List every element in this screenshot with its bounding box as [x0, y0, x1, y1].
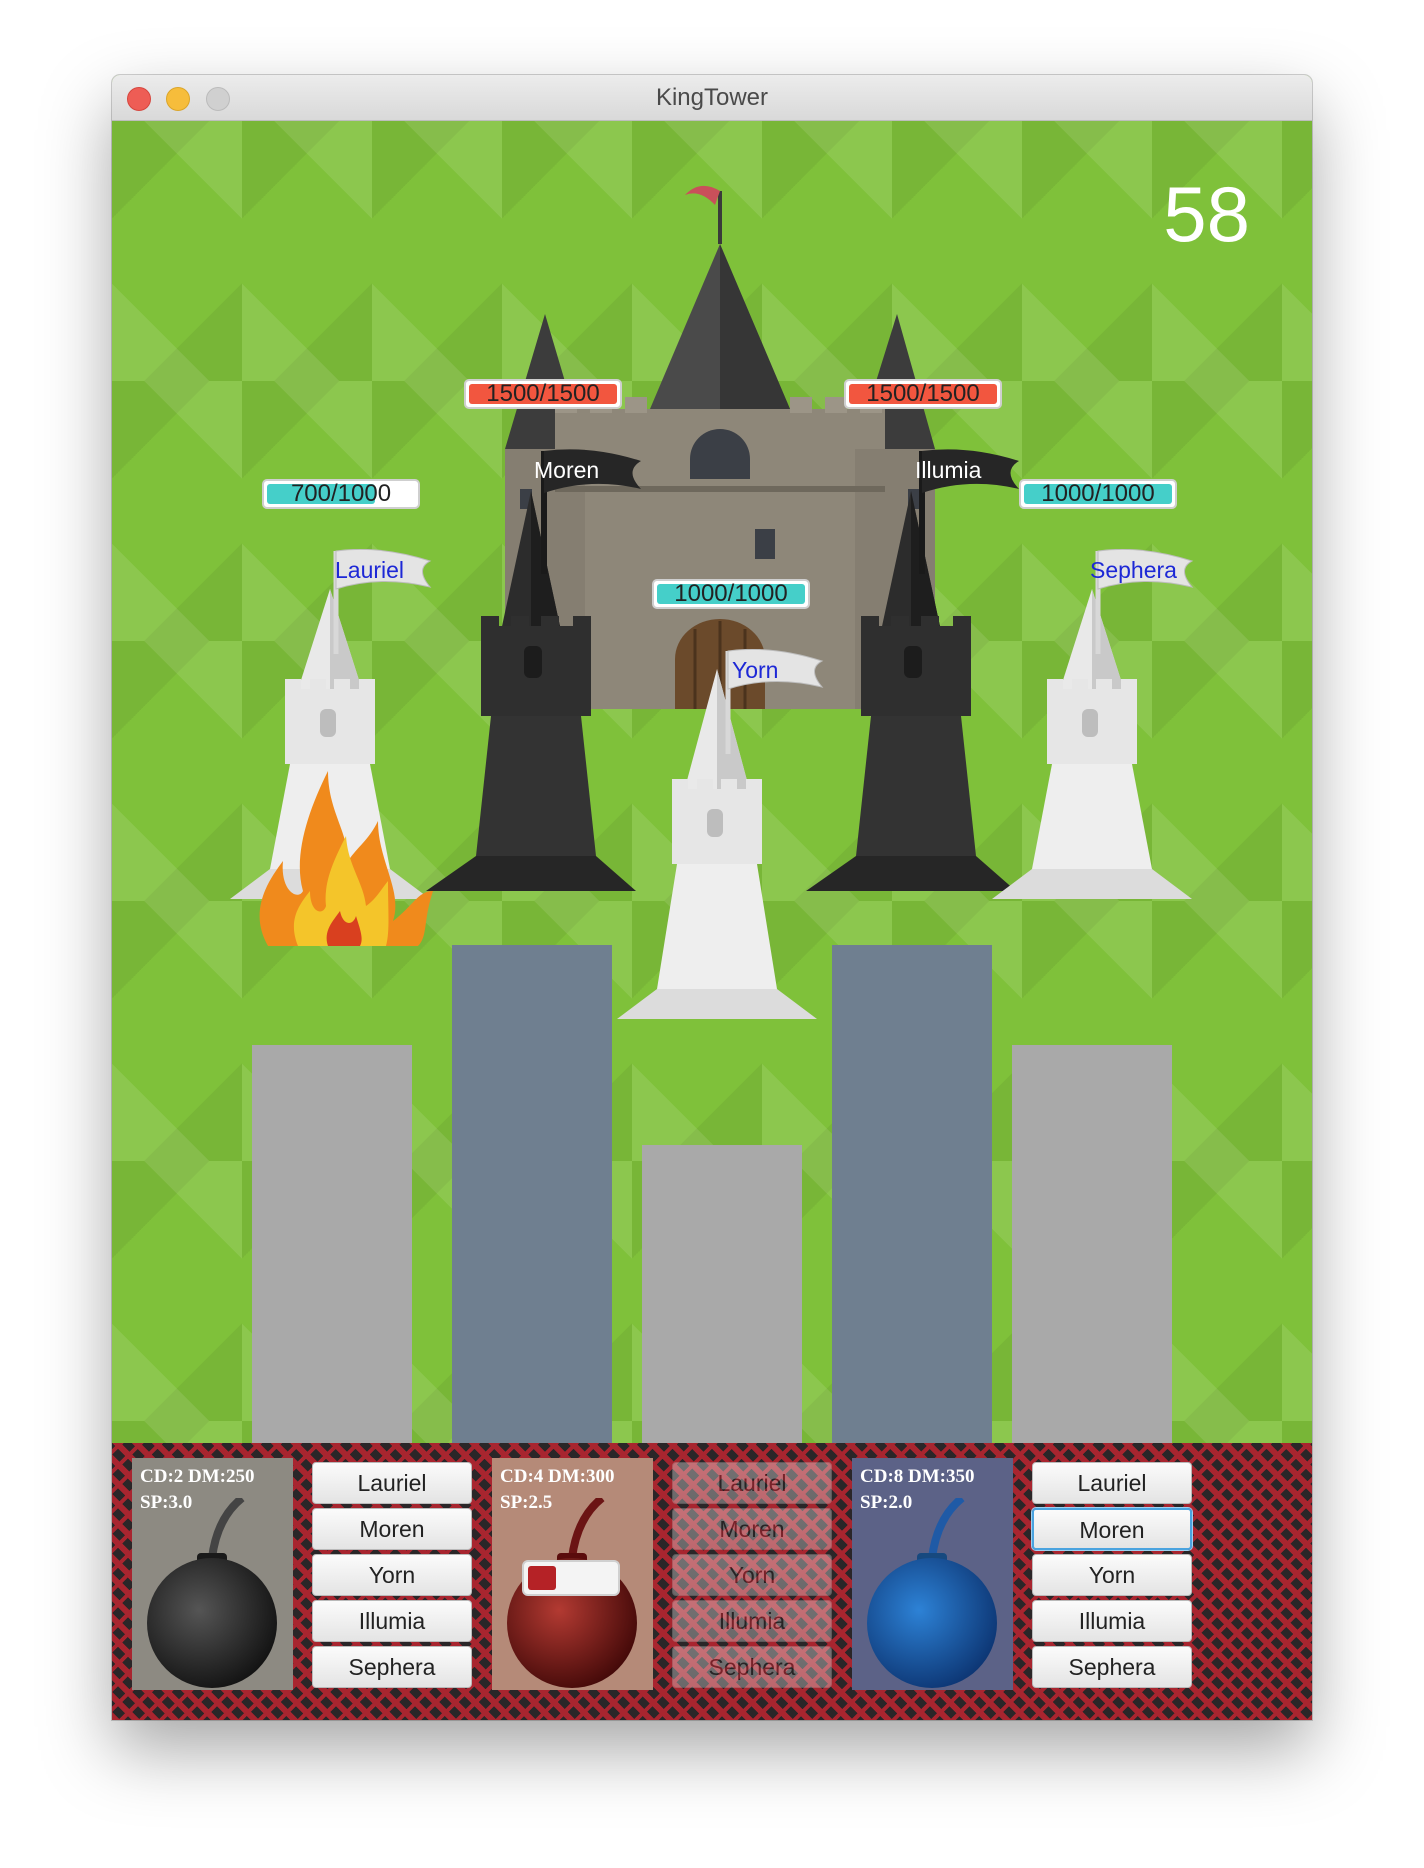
- target-button-yorn[interactable]: Yorn: [312, 1554, 472, 1596]
- game-field[interactable]: Lauriel Moren Yorn Illumia Sephera 700/1: [112, 121, 1312, 1443]
- pillar-yorn: [642, 1145, 802, 1443]
- title-bar[interactable]: KingTower: [112, 75, 1312, 121]
- target-button-sephera[interactable]: Sephera: [672, 1646, 832, 1688]
- window-title: KingTower: [655, 84, 769, 111]
- target-button-illumia[interactable]: Illumia: [312, 1600, 472, 1642]
- fire-icon: [259, 771, 433, 946]
- blue-bomb-icon: [867, 1498, 997, 1688]
- tower-name-label: Sephera: [1090, 557, 1177, 583]
- target-button-sephera[interactable]: Sephera: [1032, 1646, 1192, 1688]
- bomb-card-red[interactable]: CD:4 DM:300 SP:2.5: [492, 1458, 653, 1690]
- target-buttons-black: Lauriel Moren Yorn Illumia Sephera: [312, 1462, 472, 1692]
- pillar-illumia: [832, 945, 992, 1443]
- cooldown-progress-fill: [528, 1566, 557, 1590]
- target-button-illumia[interactable]: Illumia: [1032, 1600, 1192, 1642]
- hp-text: 700/1000: [290, 480, 392, 507]
- tower-name-label: Moren: [534, 457, 600, 483]
- target-button-lauriel[interactable]: Lauriel: [1032, 1462, 1192, 1504]
- target-buttons-blue: Lauriel Moren Yorn Illumia Sephera: [1032, 1462, 1192, 1692]
- pillar-lauriel: [252, 1045, 412, 1443]
- bomb-card-black[interactable]: CD:2 DM:250 SP:3.0: [132, 1458, 293, 1690]
- bomb-stats-line: CD:8 DM:350: [860, 1466, 975, 1487]
- target-button-moren[interactable]: Moren: [672, 1508, 832, 1550]
- target-button-yorn[interactable]: Yorn: [672, 1554, 832, 1596]
- pillar-sephera: [1012, 1045, 1172, 1443]
- countdown-timer: 58: [1163, 170, 1250, 258]
- tower-name-label: Lauriel: [335, 557, 405, 583]
- bomb-stats-line: CD:2 DM:250: [140, 1466, 255, 1487]
- hp-text: 1500/1500: [486, 380, 600, 407]
- hp-bar-lauriel: 700/1000: [262, 479, 420, 509]
- bomb-card-blue[interactable]: CD:8 DM:350 SP:2.0: [852, 1458, 1013, 1690]
- target-button-illumia[interactable]: Illumia: [672, 1600, 832, 1642]
- tower-name-label: Illumia: [915, 457, 982, 483]
- target-button-moren[interactable]: Moren: [312, 1508, 472, 1550]
- hp-text: 1000/1000: [674, 580, 788, 607]
- target-button-yorn[interactable]: Yorn: [1032, 1554, 1192, 1596]
- target-button-lauriel[interactable]: Lauriel: [312, 1462, 472, 1504]
- hp-bar-sephera: 1000/1000: [1019, 479, 1177, 509]
- target-buttons-red: Lauriel Moren Yorn Illumia Sephera: [672, 1462, 832, 1692]
- target-button-lauriel[interactable]: Lauriel: [672, 1462, 832, 1504]
- hp-bar-moren: 1500/1500: [464, 379, 622, 409]
- hp-bar-illumia: 1500/1500: [844, 379, 1002, 409]
- hp-bar-yorn: 1000/1000: [652, 579, 810, 609]
- hp-text: 1000/1000: [1041, 480, 1155, 507]
- target-button-moren[interactable]: Moren: [1032, 1508, 1192, 1550]
- black-bomb-icon: [147, 1498, 277, 1688]
- tower-name-label: Yorn: [732, 657, 779, 683]
- cooldown-progress: [522, 1560, 620, 1596]
- pillar-moren: [452, 945, 612, 1443]
- bomb-stats-line: CD:4 DM:300: [500, 1466, 615, 1487]
- bomb-control-panel: CD:2 DM:250 SP:3.0 Lauriel Moren Yorn Il…: [112, 1443, 1312, 1720]
- app-window: KingTower Lauriel Moren Yorn Illumia Sep…: [112, 75, 1312, 1720]
- target-button-sephera[interactable]: Sephera: [312, 1646, 472, 1688]
- hp-text: 1500/1500: [866, 380, 980, 407]
